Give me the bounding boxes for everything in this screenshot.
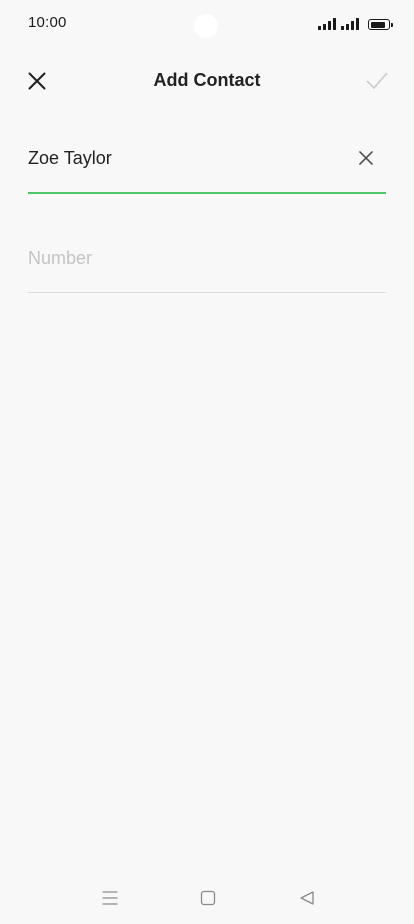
signal-icon	[318, 18, 336, 30]
home-button[interactable]	[194, 884, 222, 912]
name-input[interactable]	[28, 138, 348, 178]
navigation-bar	[0, 872, 414, 924]
name-field	[28, 138, 386, 194]
save-button[interactable]	[360, 64, 394, 98]
status-icons	[318, 16, 393, 30]
home-icon	[200, 890, 216, 906]
battery-level	[370, 21, 385, 28]
battery-icon	[368, 19, 393, 30]
menu-icon	[102, 891, 118, 905]
number-field-underline	[28, 292, 386, 293]
clear-icon	[359, 151, 373, 165]
name-field-underline	[28, 192, 386, 194]
recent-apps-button[interactable]	[96, 884, 124, 912]
clear-button[interactable]	[354, 146, 378, 170]
app-header: Add Contact	[0, 56, 414, 108]
check-icon	[366, 72, 388, 89]
number-field	[28, 238, 386, 293]
back-icon	[300, 891, 314, 905]
signal-icon	[341, 18, 359, 30]
add-contact-screen: 10:00 Add Contact	[0, 0, 414, 924]
page-title: Add Contact	[153, 70, 261, 90]
back-button[interactable]	[293, 884, 321, 912]
camera-cutout	[194, 14, 218, 38]
number-input[interactable]	[28, 238, 348, 278]
status-time: 10:00	[28, 14, 67, 31]
status-bar: 10:00	[0, 0, 414, 46]
